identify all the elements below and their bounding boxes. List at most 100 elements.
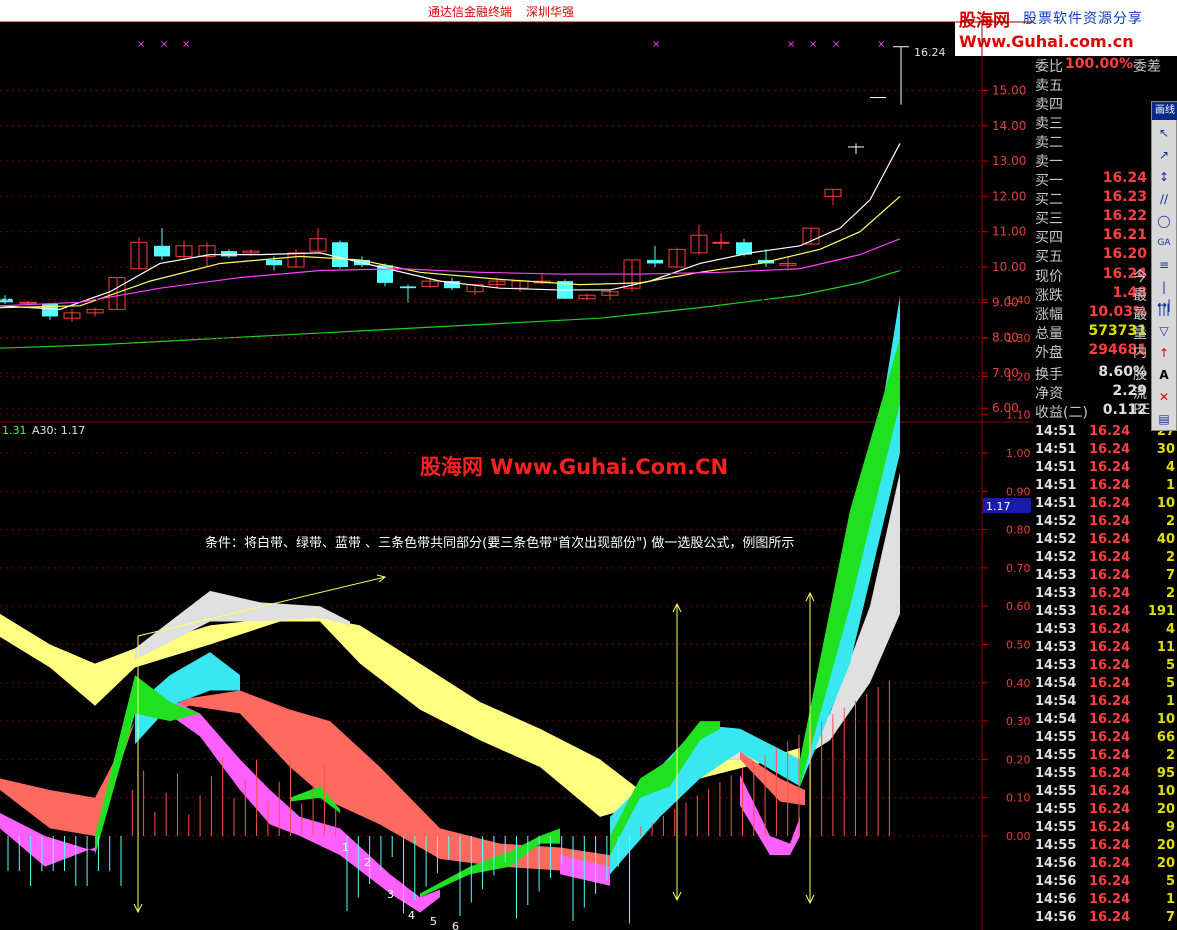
indicator-axis-label: 0.80 — [1006, 524, 1031, 537]
candlestick — [690, 224, 708, 255]
tick-row: 14:55 16.24 95 — [1035, 766, 1177, 784]
bid-price: 16.21 — [1102, 227, 1147, 243]
stat-label: 外盘 — [1035, 345, 1063, 361]
tick-volume: 1 — [1165, 478, 1175, 493]
tick-row: 14:51 16.24 30 — [1035, 442, 1177, 460]
price-axis-label: 14.00 — [992, 119, 1026, 133]
candlestick — [848, 143, 864, 155]
tick-volume: 40 — [1156, 532, 1175, 547]
toolbar-title: 画线 — [1152, 102, 1177, 120]
indicator-axis-label: 1.30 — [1006, 332, 1031, 345]
tick-volume: 2 — [1165, 514, 1175, 529]
current-value-label: 1.17 — [986, 500, 1011, 513]
point-label: 6 — [452, 920, 459, 930]
tick-time: 14:55 — [1035, 766, 1077, 781]
ask-label: 卖四 — [1035, 97, 1063, 113]
vertical-line-tool-icon[interactable]: ↕ — [1155, 168, 1173, 186]
tick-row: 14:52 16.24 40 — [1035, 532, 1177, 550]
parallel-tool-icon[interactable]: ∕∕ — [1155, 190, 1173, 208]
indicator-axis-label: 0.70 — [1006, 562, 1031, 575]
tick-price: 16.24 — [1089, 568, 1131, 583]
ruler-tool-icon[interactable]: ▤ — [1155, 410, 1173, 428]
text-tool-icon[interactable]: A — [1155, 366, 1173, 384]
tick-row: 14:55 16.24 10 — [1035, 784, 1177, 802]
tick-time: 14:51 — [1035, 442, 1077, 457]
candlestick — [287, 249, 305, 268]
price-axis-label: 10.00 — [992, 260, 1026, 274]
tick-time: 14:56 — [1035, 892, 1077, 907]
tick-price: 16.24 — [1089, 784, 1131, 799]
delete-tool-icon[interactable]: ✕ — [1155, 388, 1173, 406]
tick-price: 16.24 — [1089, 478, 1131, 493]
pointer-tool-icon[interactable]: ↖ — [1155, 124, 1173, 142]
tick-volume: 191 — [1147, 604, 1175, 619]
tick-time: 14:53 — [1035, 640, 1077, 655]
tick-price: 16.24 — [1089, 712, 1131, 727]
tick-row: 14:53 16.24 5 — [1035, 658, 1177, 676]
candlestick — [578, 293, 596, 301]
chart-area[interactable]: 15.0014.0013.0012.0011.0010.009.008.007.… — [0, 0, 1033, 930]
ask-row: 卖五 — [1035, 75, 1177, 94]
ma20-line — [0, 238, 901, 307]
tick-volume: 20 — [1156, 802, 1175, 817]
candlestick — [332, 240, 348, 269]
tick-volume: 95 — [1156, 766, 1175, 781]
candlestick — [154, 228, 170, 260]
bars-tool-icon[interactable]: ||| — [1155, 300, 1173, 318]
tick-price: 16.24 — [1089, 532, 1131, 547]
ask-label: 卖五 — [1035, 78, 1063, 94]
tick-volume: 1 — [1165, 694, 1175, 709]
tick-volume: 66 — [1156, 730, 1175, 745]
tick-price: 16.24 — [1089, 622, 1131, 637]
ask-label: 卖三 — [1035, 116, 1063, 132]
candlestick — [557, 279, 573, 299]
indicator-grid — [0, 299, 982, 837]
tick-time: 14:53 — [1035, 622, 1077, 637]
circle-tool-icon[interactable]: ◯ — [1155, 212, 1173, 230]
price-axis-label: 11.00 — [992, 225, 1026, 239]
tick-time: 14:56 — [1035, 856, 1077, 871]
signal-marker: × — [182, 39, 190, 50]
signal-marker: × — [137, 39, 145, 50]
line-tool-icon[interactable]: ↗ — [1155, 146, 1173, 164]
tick-row: 14:56 16.24 7 — [1035, 910, 1177, 928]
order-ratio-value: 100.00% — [1065, 56, 1134, 72]
tick-row: 14:54 16.24 10 — [1035, 712, 1177, 730]
tick-row: 14:54 16.24 5 — [1035, 676, 1177, 694]
candlestick — [712, 233, 730, 250]
stat-ext: 量 — [1133, 326, 1147, 342]
cycle-tool-icon[interactable]: |↔| — [1155, 278, 1173, 312]
bid-label: 买四 — [1035, 230, 1063, 246]
order-ratio-label: 委比 — [1035, 59, 1063, 75]
tick-price: 16.24 — [1089, 910, 1131, 925]
tick-price: 16.24 — [1089, 496, 1131, 511]
point-label: 1 — [342, 841, 349, 854]
tick-price: 16.24 — [1089, 892, 1131, 907]
red-band — [0, 690, 610, 875]
ask-label: 卖二 — [1035, 135, 1063, 151]
signal-marker: × — [832, 39, 840, 50]
tick-volume: 2 — [1165, 748, 1175, 763]
up-arrow-tool-icon[interactable]: ↑ — [1155, 344, 1173, 362]
tick-time: 14:55 — [1035, 820, 1077, 835]
golden-ratio-tool-icon[interactable]: GA — [1155, 234, 1173, 252]
drawing-toolbar: 画线 ↖ ↗ ↕ ∕∕ ◯ GA ≡ |↔| ||| ▽ ↑ A ✕ ▤ — [1151, 101, 1177, 431]
triangle-tool-icon[interactable]: ▽ — [1155, 322, 1173, 340]
tick-time: 14:55 — [1035, 730, 1077, 745]
candlestick — [668, 247, 686, 268]
tick-time: 14:54 — [1035, 712, 1077, 727]
point-label: 2 — [364, 856, 371, 869]
fibonacci-tool-icon[interactable]: ≡ — [1155, 256, 1173, 274]
legend-value-b: A30: 1.17 — [32, 424, 85, 437]
tick-row: 14:55 16.24 20 — [1035, 838, 1177, 856]
tick-time: 14:53 — [1035, 604, 1077, 619]
tick-price: 16.24 — [1089, 460, 1131, 475]
tick-time: 14:52 — [1035, 532, 1077, 547]
tick-price: 16.24 — [1089, 550, 1131, 565]
tick-price: 16.24 — [1089, 820, 1131, 835]
tick-volume: 2 — [1165, 586, 1175, 601]
stat-label: 涨幅 — [1035, 307, 1063, 323]
candlestick — [242, 249, 260, 257]
tick-price: 16.24 — [1089, 586, 1131, 601]
tick-price: 16.24 — [1089, 874, 1131, 889]
